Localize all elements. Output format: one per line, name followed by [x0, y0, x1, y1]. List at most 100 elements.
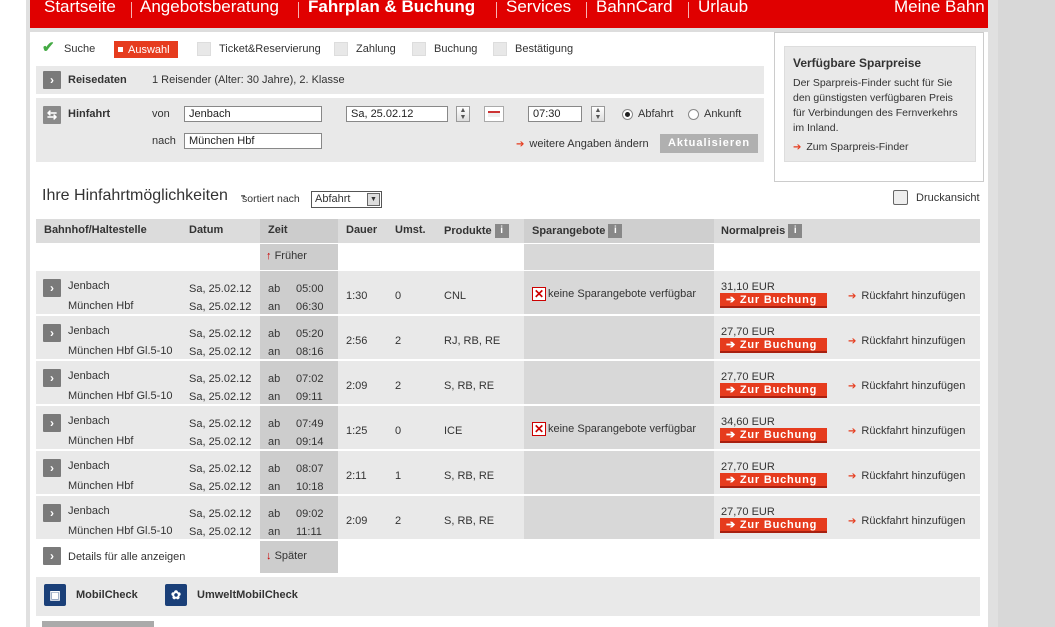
- time-cell: ab 07:49 an 09:14: [260, 406, 338, 449]
- nav-separator: [586, 2, 587, 18]
- date-stepper-icon[interactable]: ▲ ▼: [456, 106, 470, 122]
- nav-urlaub[interactable]: Urlaub: [698, 0, 748, 17]
- reisedaten-title: Reisedaten: [68, 74, 127, 86]
- chevron-right-icon[interactable]: ›: [43, 71, 61, 89]
- step-label: Zahlung: [356, 43, 396, 55]
- nav-angebotsberatung[interactable]: Angebotsberatung: [140, 0, 279, 17]
- arrival-time: 08:16: [296, 346, 324, 358]
- nav-services[interactable]: Services: [506, 0, 571, 17]
- date-arrival: Sa, 25.02.12: [189, 481, 252, 493]
- weitere-angaben-link[interactable]: ➔ weitere Angaben ändern: [516, 138, 649, 150]
- col-dauer: Dauer: [346, 224, 378, 236]
- station-from: Jenbach: [68, 325, 110, 337]
- step-bestaetigung: Bestätigung: [493, 42, 573, 56]
- spar-note-text: keine Sparangebote verfügbar: [548, 287, 696, 300]
- time-stepper-icon[interactable]: ▲ ▼: [591, 106, 605, 122]
- step-label: Auswahl: [128, 43, 170, 56]
- zur-buchung-button[interactable]: ➔ Zur Buchung: [720, 383, 827, 398]
- col-sparangebote: Sparangebote i: [532, 224, 623, 238]
- rueckfahrt-link[interactable]: ➔ Rückfahrt hinzufügen: [848, 380, 965, 392]
- zur-buchung-button[interactable]: ➔ Zur Buchung: [720, 473, 827, 488]
- step-buchung: Buchung: [412, 42, 477, 56]
- details-all-button[interactable]: ›: [43, 547, 61, 565]
- station-to: München Hbf Gl.5-10: [68, 345, 173, 357]
- umweltmobilcheck-link[interactable]: ✿ UmweltMobilCheck: [165, 584, 298, 606]
- rueckfahrt-link[interactable]: ➔ Rückfahrt hinzufügen: [848, 290, 965, 302]
- date-departure: Sa, 25.02.12: [189, 283, 252, 295]
- date-input[interactable]: Sa, 25.02.12: [346, 106, 448, 122]
- nav-startseite[interactable]: Startseite: [44, 0, 116, 17]
- an-label: an: [268, 346, 281, 358]
- zur-buchung-button[interactable]: ➔ Zur Buchung: [720, 293, 827, 308]
- rueckfahrt-link[interactable]: ➔ Rückfahrt hinzufügen: [848, 425, 965, 437]
- zur-buchung-button[interactable]: ➔ Zur Buchung: [720, 338, 827, 353]
- mobilcheck-link[interactable]: ▣ MobilCheck: [44, 584, 138, 606]
- sparpreis-finder-link[interactable]: ➔ Zum Sparpreis-Finder: [793, 140, 967, 155]
- date-departure: Sa, 25.02.12: [189, 373, 252, 385]
- time-input[interactable]: 07:30: [528, 106, 582, 122]
- rueckfahrt-link[interactable]: ➔ Rückfahrt hinzufügen: [848, 470, 965, 482]
- chevron-right-icon[interactable]: ›: [43, 324, 61, 342]
- nav-meine-bahn[interactable]: Meine Bahn: [894, 0, 985, 17]
- spar-cell: [524, 316, 714, 359]
- chevron-right-icon[interactable]: ›: [43, 414, 61, 432]
- nav-separator: [298, 2, 299, 18]
- date-departure: Sa, 25.02.12: [189, 418, 252, 430]
- sort-select[interactable]: Abfahrt ▼: [311, 191, 382, 208]
- col-zeit: Zeit: [268, 224, 288, 236]
- arrival-time: 06:30: [296, 301, 324, 313]
- info-icon[interactable]: i: [608, 224, 623, 238]
- col-umst: Umst.: [395, 224, 426, 236]
- nach-label: nach: [152, 135, 176, 147]
- spaeter-link[interactable]: ↓ Später: [266, 550, 307, 562]
- spaeter-text: Später: [274, 550, 307, 562]
- arrow-right-icon: ➔: [848, 381, 857, 392]
- chevron-right-icon[interactable]: ›: [43, 369, 61, 387]
- ankunft-radio[interactable]: [688, 109, 699, 120]
- arrow-right-icon: ➔: [726, 474, 740, 486]
- station-from: Jenbach: [68, 505, 110, 517]
- table-row: › Jenbach München Hbf Sa, 25.02.12 Sa, 2…: [36, 451, 980, 494]
- von-input[interactable]: Jenbach: [184, 106, 322, 122]
- step-suche[interactable]: ✔ Suche: [42, 40, 95, 56]
- chevron-right-icon[interactable]: ›: [43, 504, 61, 522]
- duration: 1:25: [346, 425, 368, 437]
- date-arrival: Sa, 25.02.12: [189, 346, 252, 358]
- druckansicht-link[interactable]: Druckansicht: [893, 190, 980, 205]
- chevron-right-icon[interactable]: ›: [43, 459, 61, 477]
- info-icon[interactable]: i: [788, 224, 803, 238]
- info-icon[interactable]: i: [494, 224, 509, 238]
- rueckfahrt-link[interactable]: ➔ Rückfahrt hinzufügen: [848, 515, 965, 527]
- table-row: › Jenbach München Hbf Sa, 25.02.12 Sa, 2…: [36, 271, 980, 314]
- calendar-icon[interactable]: [484, 106, 504, 122]
- arrival-time: 09:14: [296, 436, 324, 448]
- nav-bahncard[interactable]: BahnCard: [596, 0, 673, 17]
- frueher-text: Früher: [274, 250, 307, 262]
- abfahrt-radio[interactable]: [622, 109, 633, 120]
- chevron-right-icon[interactable]: ›: [43, 279, 61, 297]
- rueckfahrt-link[interactable]: ➔ Rückfahrt hinzufügen: [848, 335, 965, 347]
- step-label: Bestätigung: [515, 43, 574, 55]
- bottom-tab: [42, 621, 154, 627]
- price: 34,60 EUR: [721, 416, 775, 428]
- ab-label: ab: [268, 508, 281, 520]
- mobilcheck-text: MobilCheck: [76, 589, 138, 601]
- time-cell: ab 08:07 an 10:18: [260, 451, 338, 494]
- frueher-link[interactable]: ↑ Früher: [266, 250, 307, 262]
- date-arrival: Sa, 25.02.12: [189, 301, 252, 313]
- step-label: Buchung: [434, 43, 478, 55]
- details-all-text[interactable]: Details für alle anzeigen: [68, 551, 185, 563]
- an-label: an: [268, 301, 281, 313]
- arrow-right-icon: ➔: [848, 291, 857, 302]
- zur-buchung-button[interactable]: ➔ Zur Buchung: [720, 518, 827, 533]
- nav-fahrplan-buchung[interactable]: Fahrplan & Buchung: [308, 0, 475, 17]
- table-row: › Jenbach München Hbf Gl.5-10 Sa, 25.02.…: [36, 496, 980, 539]
- duration: 2:09: [346, 380, 368, 392]
- aktualisieren-button[interactable]: Aktualisieren: [660, 134, 758, 153]
- step-box-icon: [493, 42, 507, 56]
- nach-input[interactable]: München Hbf: [184, 133, 322, 149]
- an-label: an: [268, 391, 281, 403]
- products: CNL: [444, 290, 467, 302]
- date-arrival: Sa, 25.02.12: [189, 436, 252, 448]
- zur-buchung-button[interactable]: ➔ Zur Buchung: [720, 428, 827, 443]
